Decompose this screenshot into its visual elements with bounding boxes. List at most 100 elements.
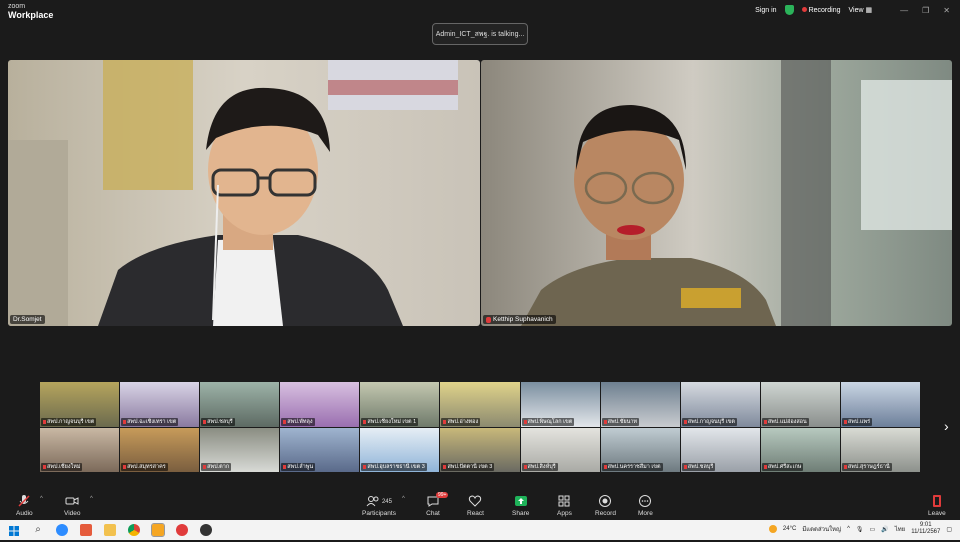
participant-name-tag: สพป.เชียงใหม่ เขต 1 — [361, 417, 419, 426]
app-dark-icon[interactable] — [200, 524, 212, 536]
audio-button[interactable]: Audio — [16, 494, 33, 517]
speaker-video-2 — [481, 60, 952, 326]
app-s-icon[interactable] — [80, 524, 92, 536]
volume-icon[interactable]: 🔊 — [881, 526, 888, 533]
search-icon[interactable]: ⌕ — [32, 524, 44, 536]
participant-name-tag: สพป.แพร่ — [841, 417, 873, 426]
participant-thumbnail[interactable]: สพป.อ่างทอง — [440, 382, 520, 427]
app-red-icon[interactable] — [176, 524, 188, 536]
top-bar: zoom Workplace Sign in Recording View ▦ … — [0, 0, 960, 22]
participant-thumbnail[interactable]: สพป.กาญจนบุรี เขต — [680, 382, 760, 427]
video-label: Video — [64, 510, 81, 517]
file-explorer-icon[interactable] — [104, 524, 116, 536]
windows-start-icon[interactable] — [8, 524, 20, 536]
weather-temp[interactable]: 24°C — [783, 526, 796, 532]
mic-muted-icon — [763, 465, 767, 469]
participant-thumbnail[interactable]: สพป.กาญจนบุรี เขต — [40, 382, 120, 427]
video-options-chevron-icon[interactable]: ^ — [90, 496, 93, 502]
participant-thumbnail[interactable]: สพป.เชียงใหม่ — [40, 427, 120, 472]
audio-label: Audio — [16, 510, 33, 517]
participant-thumbnail[interactable]: สพป.เชียงใหม่ เขต 1 — [360, 382, 440, 427]
grid-icon: ▦ — [865, 7, 873, 14]
audio-options-chevron-icon[interactable]: ^ — [40, 496, 43, 502]
speaker-tile-1[interactable]: Dr.Somjet — [8, 60, 480, 326]
participant-thumbnail[interactable]: สพป.พัทลุง — [280, 382, 360, 427]
mic-muted-icon — [443, 465, 447, 469]
participant-thumbnail[interactable]: สพป.ตาก — [200, 427, 280, 472]
participant-thumbnail[interactable]: สพป.อุบลราชธานี เขต 3 — [360, 427, 440, 472]
participant-thumbnail[interactable]: สพป.ชลบุรี — [680, 427, 760, 472]
network-icon[interactable]: ▭ — [870, 526, 876, 533]
chat-button[interactable]: 99+ Chat — [426, 492, 449, 517]
video-button[interactable]: Video — [64, 494, 81, 517]
participant-thumbnail[interactable]: สพป.ฉะเชิงเทรา เขต — [120, 382, 200, 427]
participant-name-tag: สพป.ตาก — [201, 463, 232, 471]
chrome-icon[interactable] — [128, 524, 140, 536]
mic-muted-icon — [486, 316, 491, 323]
participant-thumbnail[interactable]: สพป.ชลบุรี — [200, 382, 280, 427]
participant-thumbnail[interactable]: สพป.ชัยนาท — [600, 382, 680, 427]
speaker-name-tag: Ketthip Suphavanich — [483, 315, 556, 324]
participant-name: สพป.อุบลราชธานี เขต 3 — [367, 464, 425, 470]
app-yellow-icon[interactable] — [151, 523, 165, 537]
participant-thumbnail[interactable]: สพป.ศรีสะเกษ — [760, 427, 840, 472]
restore-icon[interactable]: ❐ — [922, 6, 929, 15]
mic-muted-icon — [283, 419, 287, 424]
record-button[interactable]: Record — [595, 494, 616, 517]
recording-indicator[interactable]: Recording — [801, 6, 841, 14]
react-label: React — [467, 510, 484, 517]
mic-muted-icon — [683, 465, 687, 469]
participant-name: สพป.พิษณุโลก เขต — [527, 418, 573, 425]
system-tray: 24°C มีแดดส่วนใหญ่ ^ 🎙 ▭ 🔊 ไทย 9:01 11/1… — [768, 522, 952, 536]
participants-label: Participants — [362, 510, 396, 517]
participant-name-tag: สพป.นครราชสีมา เขต — [601, 463, 663, 471]
participants-options-chevron-icon[interactable]: ^ — [402, 496, 405, 502]
sign-in-link[interactable]: Sign in — [755, 7, 776, 14]
participant-thumbnail[interactable]: สพป.แม่ฮ่องสอน — [760, 382, 840, 427]
participant-name-tag: สพป.อ่างทอง — [441, 417, 481, 426]
participant-thumbnail[interactable]: สพป.สุราษฎร์ธานี — [840, 427, 920, 472]
participant-thumbnail[interactable]: สพป.นครราชสีมา เขต — [600, 427, 680, 472]
participant-thumbnail[interactable]: สพป.ปัตตานี เขต 3 — [440, 427, 520, 472]
apps-label: Apps — [557, 510, 572, 517]
mic-muted-icon — [843, 419, 847, 424]
view-button[interactable]: View ▦ — [849, 6, 873, 14]
security-shield-icon[interactable] — [784, 5, 794, 15]
participant-name: สพป.อ่างทอง — [447, 418, 479, 425]
participant-name: สพป.เชียงใหม่ เขต 1 — [367, 418, 417, 425]
notification-icon[interactable]: ▢ — [946, 526, 952, 533]
participant-name: สพป.ฉะเชิงเทรา เขต — [127, 418, 177, 425]
participant-gallery: สพป.กาญจนบุรี เขต สพป.ฉะเชิงเทรา เขต สพป.ช… — [40, 382, 920, 472]
participant-thumbnail[interactable]: สพป.แพร่ — [840, 382, 920, 427]
tray-chevron-icon[interactable]: ^ — [847, 526, 850, 532]
participant-name: สพป.ลำพูน — [287, 464, 314, 470]
participant-thumbnail[interactable]: สพป.ลำพูน — [280, 427, 360, 472]
input-language[interactable]: ไทย — [895, 524, 906, 534]
participant-name: สพป.ศรีสะเกษ — [767, 464, 802, 470]
mic-tray-icon[interactable]: 🎙 — [856, 526, 864, 533]
minimize-icon[interactable]: — — [900, 6, 908, 15]
leave-button[interactable]: Leave — [928, 494, 946, 517]
share-button[interactable]: Share — [512, 494, 529, 517]
close-icon[interactable]: ✕ — [943, 6, 950, 15]
participant-thumbnail[interactable]: สพป.พิษณุโลก เขต — [520, 382, 600, 427]
zoom-app-icon[interactable] — [56, 524, 68, 536]
react-button[interactable]: React — [467, 494, 484, 517]
participants-button[interactable]: 245 Participants — [362, 494, 396, 517]
share-screen-icon — [514, 496, 527, 506]
zoom-logo: zoom Workplace — [8, 3, 53, 20]
participant-thumbnail[interactable]: สพป.สมุทรสาคร — [120, 427, 200, 472]
speaker-tile-2[interactable]: Ketthip Suphavanich — [481, 60, 952, 326]
clock[interactable]: 9:01 11/11/2567 — [911, 522, 940, 536]
more-button[interactable]: More — [638, 494, 653, 517]
leave-label: Leave — [928, 510, 946, 517]
apps-button[interactable]: Apps — [557, 494, 572, 517]
mic-muted-icon — [603, 465, 607, 469]
participant-name: สพป.กาญจนบุรี เขต — [47, 418, 95, 425]
participant-name-tag: สพป.เชียงใหม่ — [41, 463, 83, 471]
participant-thumbnail[interactable]: สพป.สิงห์บุรี — [520, 427, 600, 472]
speaker-name: Ketthip Suphavanich — [493, 316, 553, 323]
weather-desc: มีแดดส่วนใหญ่ — [802, 527, 842, 533]
gallery-next-arrow-icon[interactable]: › — [944, 418, 949, 434]
participant-name-tag: สพป.ชลบุรี — [681, 463, 716, 471]
